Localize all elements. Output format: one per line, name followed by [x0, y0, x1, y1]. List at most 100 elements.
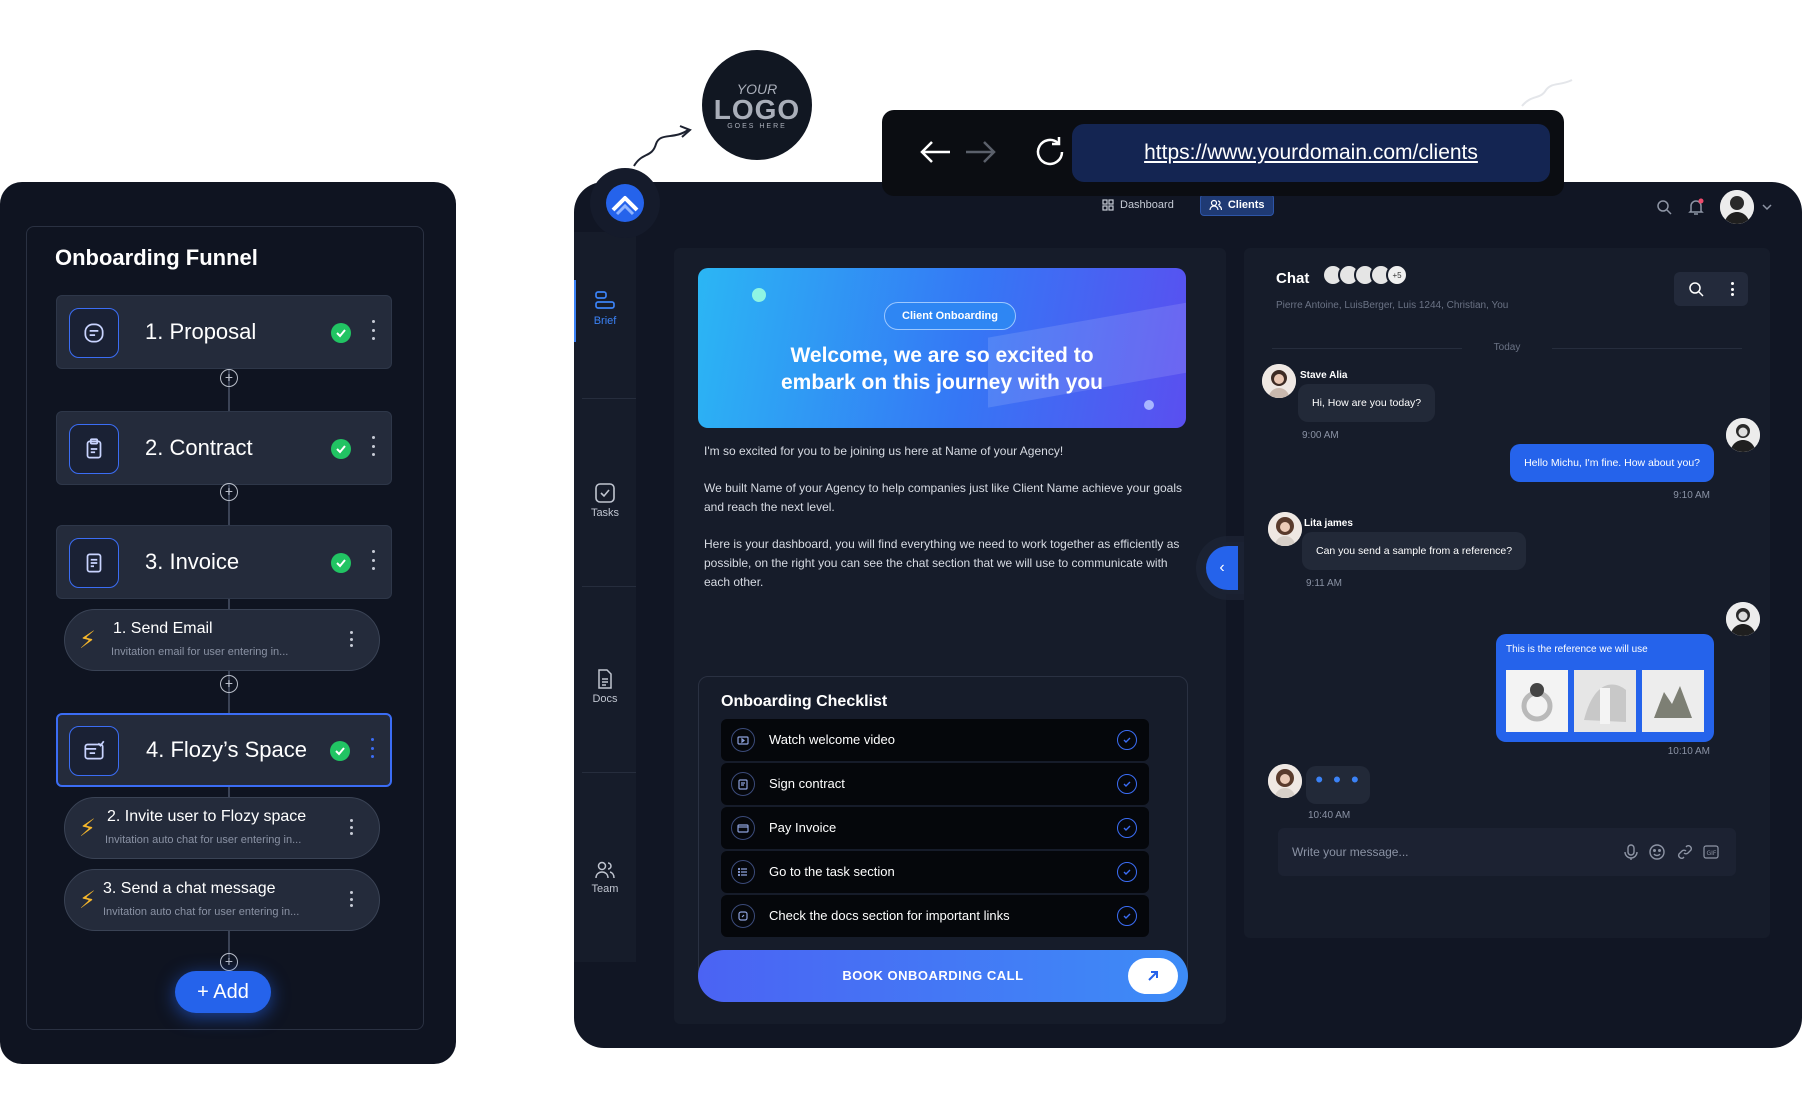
reference-images: [1506, 670, 1704, 732]
checklist-title: Onboarding Checklist: [721, 693, 888, 710]
chat-message-incoming: Can you send a sample from a reference?: [1302, 532, 1527, 570]
invoice-icon: [69, 538, 119, 588]
more-vertical-icon[interactable]: [1731, 282, 1735, 296]
more-vertical-icon[interactable]: [349, 631, 353, 647]
my-avatar: [1726, 602, 1760, 636]
message-input[interactable]: [1292, 840, 1592, 864]
more-vertical-icon[interactable]: [349, 819, 353, 835]
logo-line-3: GOES HERE: [727, 122, 787, 130]
check-circle-icon[interactable]: [1117, 774, 1137, 794]
sidebar-item-team[interactable]: Team: [574, 860, 636, 895]
search-icon[interactable]: [1688, 281, 1704, 297]
space-icon: [69, 726, 119, 776]
add-step-plus-icon[interactable]: +: [220, 675, 238, 693]
sidebar-item-tasks[interactable]: Tasks: [574, 482, 636, 519]
checklist-item-label: Watch welcome video: [769, 732, 895, 747]
sidebar-item-docs[interactable]: Docs: [574, 668, 636, 705]
back-arrow-icon[interactable]: [918, 138, 952, 166]
action-title: 3. Send a chat message: [103, 880, 276, 897]
more-vertical-icon[interactable]: [349, 891, 353, 907]
curved-arrow-icon: [633, 125, 692, 167]
add-step-plus-icon[interactable]: +: [220, 953, 238, 971]
chat-message-outgoing: Hello Michu, I'm fine. How about you?: [1510, 444, 1714, 482]
brief-panel: Client Onboarding Welcome, we are so exc…: [674, 248, 1226, 1024]
check-circle-icon: [331, 323, 351, 343]
sidebar-item-label: Brief: [593, 315, 617, 327]
banner-decoration: [752, 288, 766, 302]
user-avatar[interactable]: [1720, 190, 1754, 224]
search-icon[interactable]: [1656, 199, 1672, 215]
checklist-item-pay-invoice[interactable]: Pay Invoice: [721, 807, 1149, 849]
chevron-down-icon[interactable]: [1762, 203, 1772, 211]
sidebar-item-label: Team: [591, 883, 619, 895]
check-circle-icon[interactable]: [1117, 906, 1137, 926]
checklist-item-docs-section[interactable]: Check the docs section for important lin…: [721, 895, 1149, 937]
funnel-step-proposal[interactable]: 1. Proposal: [56, 295, 392, 369]
tab-dashboard[interactable]: Dashboard: [1094, 195, 1182, 215]
funnel-action-send-chat[interactable]: ⚡ 3. Send a chat message Invitation auto…: [64, 869, 380, 931]
reference-image-thumbnail[interactable]: [1574, 670, 1636, 732]
add-button[interactable]: + Add: [175, 971, 271, 1013]
app-logo[interactable]: [590, 168, 660, 238]
action-subtitle: Invitation auto chat for user entering i…: [103, 906, 300, 918]
attachment-link-icon[interactable]: [1676, 843, 1694, 861]
chat-member-avatars[interactable]: +5: [1322, 264, 1408, 286]
more-vertical-icon[interactable]: [371, 550, 375, 570]
funnel-action-invite-user[interactable]: ⚡ 2. Invite user to Flozy space Invitati…: [64, 797, 380, 859]
video-icon: [731, 728, 755, 752]
chevron-left-icon[interactable]: ‹: [1206, 546, 1238, 590]
url-text: https://www.yourdomain.com/clients: [1144, 141, 1478, 164]
invoice-icon: [731, 816, 755, 840]
more-vertical-icon[interactable]: [371, 436, 375, 456]
sender-name: Stave Alia: [1300, 370, 1348, 381]
reference-image-thumbnail[interactable]: [1506, 670, 1568, 732]
typing-indicator: • • •: [1306, 766, 1370, 804]
clipboard-icon: [69, 424, 119, 474]
checklist-item-task-section[interactable]: Go to the task section: [721, 851, 1149, 893]
more-vertical-icon[interactable]: [371, 320, 375, 340]
checklist-item-label: Go to the task section: [769, 864, 895, 879]
grid-icon: [1102, 199, 1114, 211]
message-time: 9:11 AM: [1306, 578, 1342, 589]
bell-icon[interactable]: [1688, 198, 1704, 216]
address-bar[interactable]: https://www.yourdomain.com/clients: [1072, 124, 1550, 182]
sender-avatar: [1268, 764, 1302, 798]
svg-text:GIF: GIF: [1707, 850, 1717, 857]
brief-paragraph: I'm so excited for you to be joining us …: [704, 444, 1064, 458]
more-vertical-icon[interactable]: [370, 738, 374, 758]
funnel-action-send-email[interactable]: ⚡ 1. Send Email Invitation email for use…: [64, 609, 380, 671]
check-circle-icon[interactable]: [1117, 818, 1137, 838]
funnel-step-invoice[interactable]: 3. Invoice: [56, 525, 392, 599]
message-composer: GIF: [1278, 828, 1736, 876]
emoji-icon[interactable]: [1648, 843, 1666, 861]
reload-icon[interactable]: [1032, 134, 1068, 170]
browser-bar: https://www.yourdomain.com/clients: [882, 110, 1564, 196]
funnel-step-flozy-space[interactable]: 4. Flozy’s Space: [56, 713, 392, 787]
sidebar-item-label: Tasks: [590, 507, 620, 519]
top-right-icons: [1656, 190, 1772, 224]
message-time: 10:40 AM: [1308, 810, 1351, 821]
check-circle-icon[interactable]: [1117, 862, 1137, 882]
checklist-item-sign-contract[interactable]: Sign contract: [721, 763, 1149, 805]
funnel-step-contract[interactable]: 2. Contract: [56, 411, 392, 485]
sender-avatar: [1262, 364, 1296, 398]
link-icon: [731, 904, 755, 928]
tab-clients[interactable]: Clients: [1199, 194, 1274, 216]
arrow-up-right-icon: [1128, 958, 1178, 994]
add-step-plus-icon[interactable]: +: [220, 369, 238, 387]
client-portal-window: Dashboard Clients Brief Tasks Docs Team …: [574, 182, 1802, 1048]
book-onboarding-call-button[interactable]: BOOK ONBOARDING CALL: [698, 950, 1188, 1002]
checklist-item-watch-video[interactable]: Watch welcome video: [721, 719, 1149, 761]
team-icon: [595, 861, 615, 879]
check-circle-icon[interactable]: [1117, 730, 1137, 750]
tab-label: Dashboard: [1120, 199, 1174, 211]
tasks-icon: [595, 483, 615, 503]
action-title: 1. Send Email: [113, 620, 213, 637]
microphone-icon[interactable]: [1622, 843, 1640, 861]
add-step-plus-icon[interactable]: +: [220, 483, 238, 501]
reference-image-thumbnail[interactable]: [1642, 670, 1704, 732]
gif-icon[interactable]: GIF: [1702, 843, 1720, 861]
add-button-label: Add: [213, 981, 249, 1003]
forward-arrow-icon[interactable]: [964, 138, 998, 166]
sidebar-item-brief[interactable]: Brief: [574, 280, 636, 342]
